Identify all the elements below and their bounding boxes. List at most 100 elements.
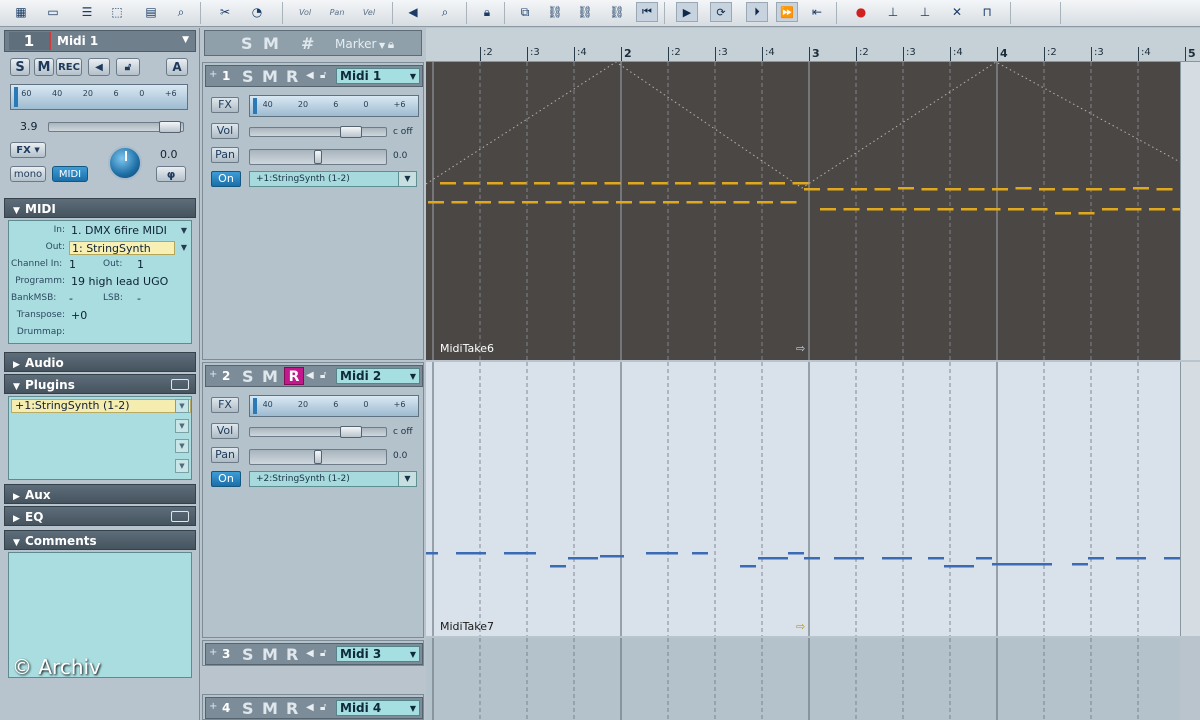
- track-vol-button[interactable]: Vol: [211, 423, 239, 439]
- track-mute-button[interactable]: M: [262, 67, 278, 86]
- zoom-icon[interactable]: ⌕: [170, 2, 192, 22]
- record-arm-button[interactable]: REC: [56, 58, 82, 76]
- track-fx-button[interactable]: FX: [211, 97, 239, 113]
- marker-mute-button[interactable]: M: [263, 34, 279, 53]
- punch-icon[interactable]: ⊓: [976, 2, 998, 22]
- marker-icon[interactable]: ⊥: [914, 2, 936, 22]
- midi-row-6[interactable]: Drummap:: [9, 325, 191, 341]
- speaker-icon[interactable]: ◀: [402, 2, 424, 22]
- track-on-button[interactable]: On: [211, 171, 241, 187]
- midi-row-1[interactable]: Out: 1: StringSynth ▼: [9, 240, 191, 256]
- pan-slider-knob[interactable]: [314, 150, 322, 164]
- clip-miditake7[interactable]: MidiTake7 ⇨: [426, 362, 1180, 636]
- record-icon[interactable]: ⇤: [806, 2, 828, 22]
- midi-row-2[interactable]: Channel In: 1 Out: 1: [9, 257, 191, 273]
- chain-icon[interactable]: ⛓︎: [606, 2, 628, 22]
- track-pan-button[interactable]: Pan: [211, 147, 239, 163]
- track-title-bar[interactable]: +3 S M R ◀ 🔓︎ Midi 3 ▼: [205, 643, 423, 665]
- grid-icon[interactable]: ▦: [10, 2, 32, 22]
- arrow-pointer-icon[interactable]: ⇨: [796, 342, 805, 355]
- vol-icon[interactable]: Vol: [294, 2, 316, 22]
- chevron-down-icon[interactable]: ▼: [410, 370, 416, 384]
- pan-icon[interactable]: Pan: [326, 2, 348, 22]
- speaker-icon[interactable]: ◀: [306, 702, 314, 713]
- fx-dropdown[interactable]: FX ▼: [10, 142, 46, 158]
- track-mute-button[interactable]: M: [262, 367, 278, 386]
- track-pan-slider[interactable]: [249, 449, 387, 465]
- lock-icon[interactable]: 🔓︎: [320, 702, 326, 713]
- chain-icon[interactable]: ⛓︎: [544, 2, 566, 22]
- track-output-routing[interactable]: +2:StringSynth (1-2) ▼: [249, 471, 417, 487]
- track-mute-button[interactable]: M: [262, 645, 278, 664]
- chevron-down-icon[interactable]: ▼: [175, 439, 189, 453]
- window-icon[interactable]: [171, 511, 189, 522]
- aux-section-header[interactable]: ▶ Aux: [4, 484, 196, 504]
- midi-row-4[interactable]: BankMSB: - LSB: -: [9, 291, 191, 307]
- plugins-section-header[interactable]: ▼ Plugins: [4, 374, 196, 394]
- plugin-slot-1[interactable]: +1:StringSynth (1-2): [11, 399, 191, 413]
- box-icon[interactable]: ▭: [42, 2, 64, 22]
- midi-button[interactable]: MIDI: [52, 166, 88, 182]
- speaker-icon[interactable]: ◀: [306, 70, 314, 81]
- vertical-scrollbar[interactable]: [1180, 62, 1200, 360]
- play-icon[interactable]: ▶: [676, 2, 698, 22]
- midi-row-3[interactable]: Programm: 19 high lead UGO: [9, 274, 191, 290]
- volume-slider-knob[interactable]: [159, 121, 181, 133]
- track-title-bar[interactable]: +4 S M R ◀ 🔓︎ Midi 4 ▼: [205, 697, 423, 719]
- track-volume-slider[interactable]: [249, 426, 387, 438]
- chevron-down-icon[interactable]: ▼: [398, 172, 416, 186]
- monitor-button[interactable]: ◀: [88, 58, 110, 76]
- track-name-field[interactable]: Midi 3 ▼: [336, 646, 420, 662]
- lock-icon[interactable]: 🔓︎: [320, 648, 326, 659]
- track-pan-slider[interactable]: [249, 149, 387, 165]
- expand-icon[interactable]: +: [209, 701, 217, 712]
- automation-button[interactable]: A: [166, 58, 188, 76]
- speaker-icon[interactable]: ◀: [306, 648, 314, 659]
- play-from-start-icon[interactable]: ⏮: [636, 2, 658, 22]
- chain-icon[interactable]: ⛓︎: [574, 2, 596, 22]
- track-output-routing[interactable]: +1:StringSynth (1-2) ▼: [249, 171, 417, 187]
- arrow-pointer-icon[interactable]: ⇨: [796, 620, 805, 633]
- link-icon[interactable]: ⧉: [514, 2, 536, 22]
- audio-section-header[interactable]: ▶ Audio: [4, 352, 196, 372]
- chevron-down-icon[interactable]: ▼: [175, 399, 189, 413]
- midi-row-0[interactable]: In: 1. DMX 6fire MIDI ▼: [9, 223, 191, 239]
- marker-dropdown[interactable]: Marker ▼ 🔒︎: [335, 37, 394, 52]
- expand-icon[interactable]: +: [209, 69, 217, 80]
- marker-solo-button[interactable]: S: [241, 34, 253, 53]
- track-mute-button[interactable]: M: [262, 699, 278, 718]
- chevron-down-icon[interactable]: ▼: [181, 243, 187, 252]
- play-loop-icon[interactable]: ⟳: [710, 2, 732, 22]
- mute-button[interactable]: M: [34, 58, 54, 76]
- chevron-down-icon[interactable]: ▼: [175, 459, 189, 473]
- midi-row-5[interactable]: Transpose: +0: [9, 308, 191, 324]
- phase-button[interactable]: φ: [156, 166, 186, 182]
- track-record-button[interactable]: R: [284, 367, 304, 385]
- track-name-field[interactable]: Midi 2 ▼: [336, 368, 420, 384]
- track-solo-button[interactable]: S: [242, 699, 254, 718]
- eq-section-header[interactable]: ▶ EQ: [4, 506, 196, 526]
- chevron-down-icon[interactable]: ▼: [182, 35, 189, 45]
- inspector-title-bar[interactable]: 1 Midi 1 ▼: [4, 30, 196, 52]
- select-icon[interactable]: ⬚: [106, 2, 128, 22]
- cut-icon[interactable]: ✂: [214, 2, 236, 22]
- marker-grid-button[interactable]: #: [301, 34, 314, 53]
- track-title-bar[interactable]: +1 S M R ◀ 🔓︎ Midi 1 ▼: [205, 65, 423, 87]
- chevron-down-icon[interactable]: ▼: [175, 419, 189, 433]
- marker-icon[interactable]: ⊥: [882, 2, 904, 22]
- track-title-bar[interactable]: +2 S M R ◀ 🔓︎ Midi 2 ▼: [205, 365, 423, 387]
- metronome-icon[interactable]: ◔: [246, 2, 268, 22]
- volume-slider-knob[interactable]: [340, 126, 362, 138]
- track-volume-slider[interactable]: [249, 126, 387, 138]
- track-record-button[interactable]: R: [286, 699, 298, 718]
- track-icon[interactable]: ☰: [76, 2, 98, 22]
- lock-button[interactable]: 🔓︎: [116, 58, 140, 76]
- track-solo-button[interactable]: S: [242, 367, 254, 386]
- chevron-down-icon[interactable]: ▼: [410, 70, 416, 84]
- chevron-down-icon[interactable]: ▼: [410, 648, 416, 662]
- clip-miditake6[interactable]: MidiTake6 ⇨: [426, 62, 1180, 360]
- volume-slider[interactable]: [48, 121, 184, 133]
- marker-delete-icon[interactable]: ✕: [946, 2, 968, 22]
- pan-slider-knob[interactable]: [314, 450, 322, 464]
- track-name-field[interactable]: Midi 4 ▼: [336, 700, 420, 716]
